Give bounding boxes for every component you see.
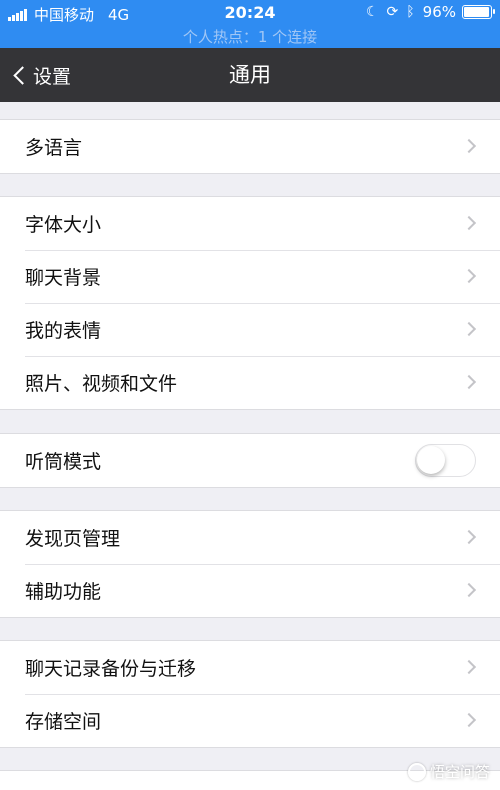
toggle-knob (417, 446, 445, 474)
bluetooth-icon: ᛒ (406, 4, 415, 20)
settings-item-accessibility[interactable]: 辅助功能 (0, 564, 500, 617)
page-title: 通用 (229, 63, 271, 87)
settings-item-label: 字体大小 (25, 214, 102, 236)
nav-bar: 设置 通用 (0, 48, 500, 102)
settings-item-label: 听筒模式 (25, 451, 102, 473)
chevron-right-icon (461, 712, 477, 728)
settings-item-language[interactable]: 多语言 (0, 120, 500, 173)
settings-item-label: 存储空间 (25, 711, 102, 733)
rotation-lock-icon: ⟳ (386, 4, 399, 20)
chevron-right-icon (461, 582, 477, 598)
status-bar: 中国移动 4G 20:24 ☾ ⟳ ᛒ 96% 个人热点：1 个连接 (0, 0, 500, 48)
settings-item-label: 发现页管理 (25, 528, 121, 550)
settings-group-earpiece: 听筒模式 (0, 433, 500, 488)
watermark: 悟空问答 (407, 761, 490, 782)
settings-item-label: 聊天背景 (25, 267, 102, 289)
hotspot-banner[interactable]: 个人热点：1 个连接 (0, 26, 500, 47)
chevron-right-icon (461, 321, 477, 337)
chevron-right-icon (461, 659, 477, 675)
settings-item-discover-management[interactable]: 发现页管理 (0, 511, 500, 564)
watermark-text: 悟空问答 (429, 763, 490, 781)
earpiece-mode-toggle[interactable] (415, 444, 476, 477)
settings-group-storage: 聊天记录备份与迁移 存储空间 (0, 640, 500, 748)
status-right: ☾ ⟳ ᛒ 96% (365, 3, 495, 21)
settings-item-label: 多语言 (25, 137, 83, 159)
settings-item-earpiece-mode: 听筒模式 (0, 434, 500, 487)
chevron-right-icon (461, 268, 477, 284)
chevron-right-icon (461, 529, 477, 545)
chevron-right-icon (461, 215, 477, 231)
settings-group-discover: 发现页管理 辅助功能 (0, 510, 500, 618)
chevron-right-icon (461, 374, 477, 390)
settings-item-label: 辅助功能 (25, 581, 102, 603)
battery-icon (462, 5, 495, 19)
settings-item-my-stickers[interactable]: 我的表情 (0, 303, 500, 356)
settings-group-language: 多语言 (0, 119, 500, 174)
settings-group-display: 字体大小 聊天背景 我的表情 照片、视频和文件 (0, 196, 500, 410)
battery-percent: 96% (422, 3, 456, 21)
settings-item-label: 我的表情 (25, 320, 102, 342)
settings-item-storage[interactable]: 存储空间 (0, 694, 500, 747)
settings-item-font-size[interactable]: 字体大小 (0, 197, 500, 250)
settings-item-label: 照片、视频和文件 (25, 373, 178, 395)
settings-item-label: 聊天记录备份与迁移 (25, 658, 197, 680)
settings-item-chat-background[interactable]: 聊天背景 (0, 250, 500, 303)
settings-item-chat-backup[interactable]: 聊天记录备份与迁移 (0, 641, 500, 694)
battery-fill (464, 7, 489, 17)
moon-icon: ☾ (365, 4, 379, 20)
chevron-right-icon (461, 138, 477, 154)
wukong-logo-icon (407, 762, 426, 781)
settings-item-photos-videos-files[interactable]: 照片、视频和文件 (0, 356, 500, 409)
